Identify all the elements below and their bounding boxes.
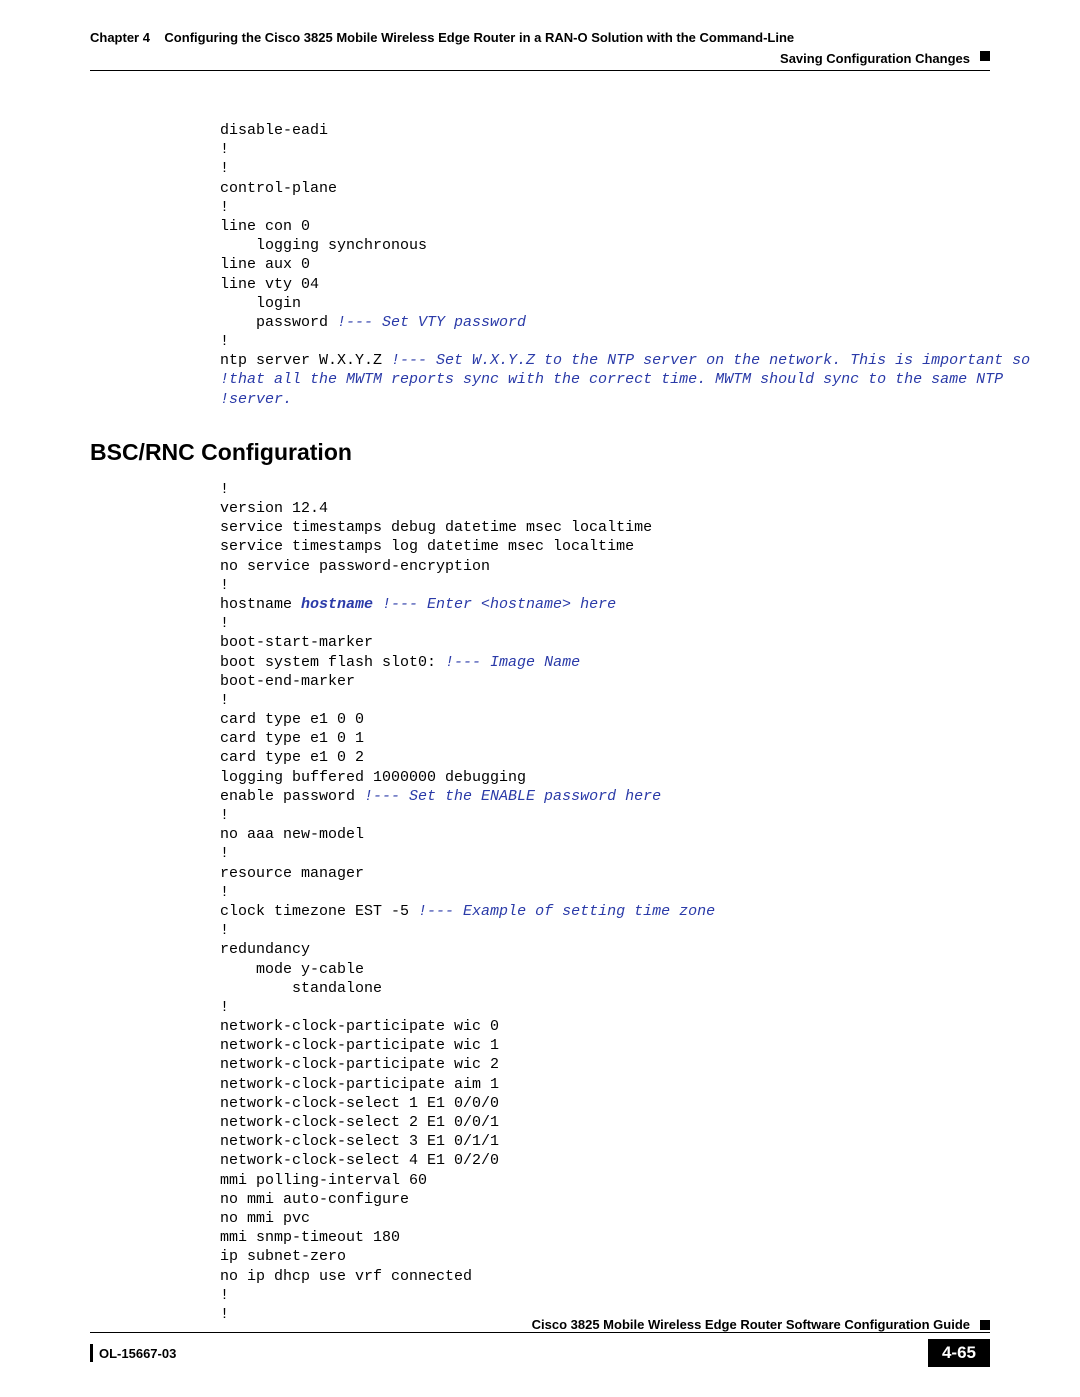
section-label: Saving Configuration Changes [780, 51, 970, 66]
page-number: 4-65 [928, 1339, 990, 1367]
chapter-title: Chapter 4 Configuring the Cisco 3825 Mob… [90, 30, 990, 45]
footer-bar-icon [90, 1344, 93, 1362]
header-marker-icon [980, 51, 990, 61]
page-header: Chapter 4 Configuring the Cisco 3825 Mob… [90, 30, 990, 71]
chapter-desc: Configuring the Cisco 3825 Mobile Wirele… [164, 30, 794, 45]
code-block-2: ! version 12.4 service timestamps debug … [220, 480, 990, 1324]
code-block-1: disable-eadi ! ! control-plane ! line co… [220, 121, 990, 409]
guide-title: Cisco 3825 Mobile Wireless Edge Router S… [532, 1317, 970, 1332]
chapter-label: Chapter 4 [90, 30, 150, 45]
footer-marker-icon [980, 1320, 990, 1330]
section-heading: BSC/RNC Configuration [90, 439, 990, 466]
page-footer: Cisco 3825 Mobile Wireless Edge Router S… [90, 1317, 990, 1367]
document-id: OL-15667-03 [99, 1346, 176, 1361]
